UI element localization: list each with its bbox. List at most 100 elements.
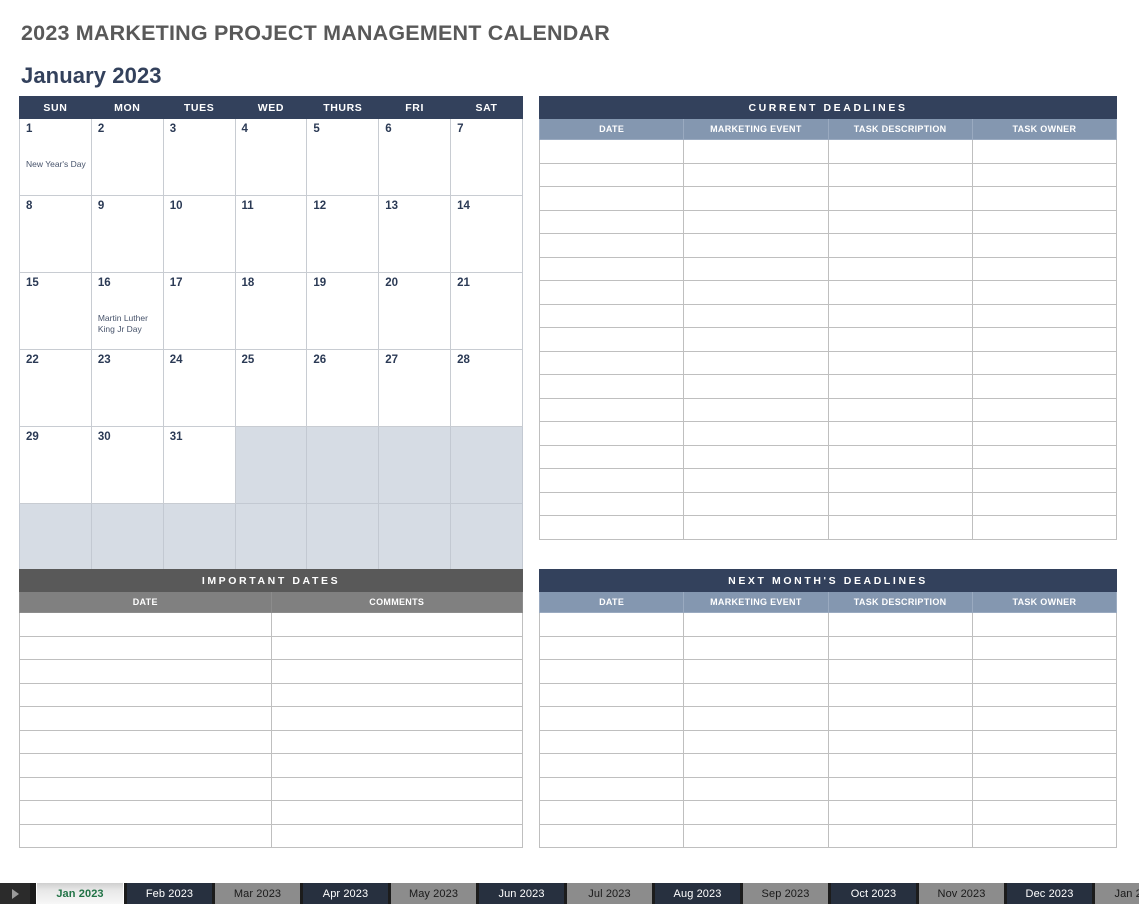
- next-deadlines-cell[interactable]: [971, 612, 1118, 637]
- current-deadlines-cell[interactable]: [971, 515, 1118, 540]
- important-dates-cell[interactable]: [270, 729, 523, 754]
- sheet-tab-jan-2023[interactable]: Jan 2023: [36, 883, 124, 904]
- play-right-icon[interactable]: [0, 883, 30, 904]
- important-dates-cell[interactable]: [270, 635, 523, 660]
- next-deadlines-cell[interactable]: [827, 776, 973, 801]
- sheet-tab-sep-2023[interactable]: Sep 2023: [743, 883, 828, 904]
- next-deadlines-cell[interactable]: [971, 729, 1118, 754]
- calendar-day-cell[interactable]: 4: [234, 118, 308, 196]
- calendar-day-cell[interactable]: 6: [378, 118, 452, 196]
- calendar-day-cell[interactable]: 29: [19, 426, 92, 504]
- current-deadlines-cell[interactable]: [683, 256, 829, 281]
- current-deadlines-cell[interactable]: [538, 350, 685, 375]
- important-dates-cell[interactable]: [19, 706, 272, 731]
- calendar-day-cell[interactable]: 3: [162, 118, 236, 196]
- current-deadlines-cell[interactable]: [683, 233, 829, 258]
- next-deadlines-cell[interactable]: [538, 706, 685, 731]
- important-dates-cell[interactable]: [19, 682, 272, 707]
- next-deadlines-cell[interactable]: [538, 800, 685, 825]
- sheet-tab-mar-2023[interactable]: Mar 2023: [215, 883, 300, 904]
- important-dates-cell[interactable]: [270, 823, 523, 848]
- current-deadlines-cell[interactable]: [971, 374, 1118, 399]
- current-deadlines-cell[interactable]: [827, 444, 973, 469]
- next-deadlines-cell[interactable]: [683, 753, 829, 778]
- calendar-day-cell[interactable]: 17: [162, 272, 236, 350]
- next-deadlines-cell[interactable]: [971, 823, 1118, 848]
- important-dates-cell[interactable]: [270, 776, 523, 801]
- current-deadlines-cell[interactable]: [538, 421, 685, 446]
- current-deadlines-cell[interactable]: [538, 139, 685, 164]
- current-deadlines-cell[interactable]: [683, 280, 829, 305]
- sheet-tab-aug-2023[interactable]: Aug 2023: [655, 883, 740, 904]
- calendar-day-cell[interactable]: 26: [306, 349, 380, 427]
- calendar-day-cell-empty[interactable]: [234, 426, 308, 504]
- calendar-day-cell[interactable]: 28: [450, 349, 523, 427]
- important-dates-cell[interactable]: [19, 776, 272, 801]
- next-deadlines-cell[interactable]: [538, 753, 685, 778]
- current-deadlines-cell[interactable]: [971, 444, 1118, 469]
- calendar-day-cell[interactable]: 9: [90, 195, 164, 273]
- important-dates-cell[interactable]: [270, 800, 523, 825]
- next-deadlines-cell[interactable]: [683, 635, 829, 660]
- current-deadlines-cell[interactable]: [683, 491, 829, 516]
- calendar-day-cell[interactable]: 12: [306, 195, 380, 273]
- calendar-day-cell[interactable]: 19: [306, 272, 380, 350]
- next-deadlines-cell[interactable]: [971, 635, 1118, 660]
- current-deadlines-cell[interactable]: [971, 421, 1118, 446]
- next-deadlines-cell[interactable]: [827, 823, 973, 848]
- current-deadlines-cell[interactable]: [538, 186, 685, 211]
- important-dates-cell[interactable]: [19, 729, 272, 754]
- calendar-day-cell[interactable]: 2: [90, 118, 164, 196]
- current-deadlines-cell[interactable]: [538, 444, 685, 469]
- next-deadlines-cell[interactable]: [827, 635, 973, 660]
- current-deadlines-cell[interactable]: [683, 139, 829, 164]
- calendar-day-cell[interactable]: 21: [450, 272, 523, 350]
- current-deadlines-cell[interactable]: [971, 162, 1118, 187]
- current-deadlines-cell[interactable]: [971, 303, 1118, 328]
- current-deadlines-cell[interactable]: [827, 256, 973, 281]
- next-deadlines-cell[interactable]: [538, 659, 685, 684]
- current-deadlines-cell[interactable]: [971, 350, 1118, 375]
- next-deadlines-cell[interactable]: [538, 682, 685, 707]
- calendar-day-cell[interactable]: 1 New Year's Day: [19, 118, 92, 196]
- next-deadlines-cell[interactable]: [683, 800, 829, 825]
- important-dates-cell[interactable]: [19, 800, 272, 825]
- next-deadlines-cell[interactable]: [538, 776, 685, 801]
- current-deadlines-cell[interactable]: [538, 515, 685, 540]
- current-deadlines-cell[interactable]: [971, 397, 1118, 422]
- calendar-day-cell-empty[interactable]: [450, 426, 523, 504]
- important-dates-cell[interactable]: [270, 612, 523, 637]
- next-deadlines-cell[interactable]: [683, 659, 829, 684]
- current-deadlines-cell[interactable]: [683, 350, 829, 375]
- next-deadlines-cell[interactable]: [683, 682, 829, 707]
- current-deadlines-cell[interactable]: [827, 186, 973, 211]
- next-deadlines-cell[interactable]: [971, 706, 1118, 731]
- current-deadlines-cell[interactable]: [538, 162, 685, 187]
- next-deadlines-cell[interactable]: [827, 612, 973, 637]
- current-deadlines-cell[interactable]: [683, 515, 829, 540]
- current-deadlines-cell[interactable]: [971, 139, 1118, 164]
- important-dates-cell[interactable]: [19, 823, 272, 848]
- current-deadlines-cell[interactable]: [827, 515, 973, 540]
- calendar-day-cell[interactable]: 16 Martin Luther King Jr Day: [90, 272, 164, 350]
- current-deadlines-cell[interactable]: [827, 209, 973, 234]
- calendar-day-cell[interactable]: 24: [162, 349, 236, 427]
- calendar-day-cell[interactable]: 18: [234, 272, 308, 350]
- next-deadlines-cell[interactable]: [683, 706, 829, 731]
- calendar-day-cell[interactable]: 14: [450, 195, 523, 273]
- current-deadlines-cell[interactable]: [683, 444, 829, 469]
- sheet-tab-dec-2023[interactable]: Dec 2023: [1007, 883, 1092, 904]
- sheet-tab-may-2023[interactable]: May 2023: [391, 883, 476, 904]
- next-deadlines-cell[interactable]: [971, 753, 1118, 778]
- sheet-tab-jan-2024[interactable]: Jan 2024: [1095, 883, 1139, 904]
- calendar-day-cell[interactable]: 25: [234, 349, 308, 427]
- next-deadlines-cell[interactable]: [971, 800, 1118, 825]
- current-deadlines-cell[interactable]: [827, 280, 973, 305]
- sheet-tab-feb-2023[interactable]: Feb 2023: [127, 883, 212, 904]
- current-deadlines-cell[interactable]: [971, 256, 1118, 281]
- important-dates-cell[interactable]: [270, 753, 523, 778]
- current-deadlines-cell[interactable]: [538, 209, 685, 234]
- next-deadlines-cell[interactable]: [827, 753, 973, 778]
- calendar-day-cell[interactable]: 5: [306, 118, 380, 196]
- next-deadlines-cell[interactable]: [827, 729, 973, 754]
